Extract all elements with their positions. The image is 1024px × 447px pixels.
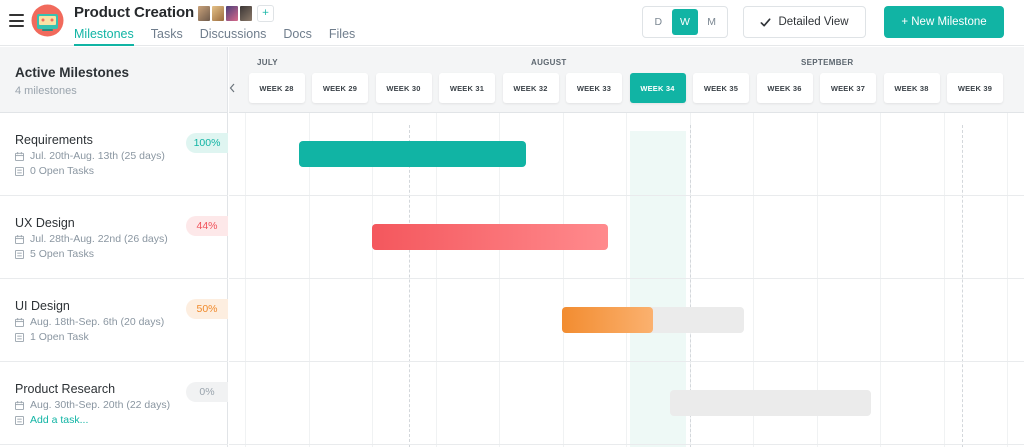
- row-divider: [229, 361, 1024, 362]
- grid-line: [880, 113, 881, 447]
- tab-docs[interactable]: Docs: [283, 27, 311, 46]
- progress-badge: 50%: [186, 299, 228, 319]
- grid-line: [562, 113, 564, 447]
- week-column-header[interactable]: WEEK 32: [502, 73, 559, 103]
- week-column-header[interactable]: WEEK 31: [439, 73, 495, 103]
- scroll-left-icon[interactable]: [229, 82, 235, 94]
- month-boundary-line: [409, 125, 410, 447]
- milestone-count: 4 milestones: [15, 85, 77, 97]
- project-logo-icon: [31, 4, 64, 37]
- week-column-header[interactable]: WEEK 38: [883, 73, 940, 103]
- milestone-dates: Jul. 20th-Aug. 13th (25 days): [15, 150, 165, 162]
- progress-badge: 0%: [186, 382, 228, 402]
- progress-badge: 100%: [186, 133, 228, 153]
- calendar-icon: [15, 400, 24, 410]
- milestone-dates: Aug. 30th-Sep. 20th (22 days): [15, 399, 170, 411]
- progress-badge: 44%: [186, 216, 228, 236]
- milestone-tasks-text: 0 Open Tasks: [30, 165, 95, 177]
- task-list-icon: [15, 415, 24, 425]
- view-option-d[interactable]: D: [645, 9, 672, 35]
- avatar[interactable]: [225, 5, 239, 22]
- add-task-link[interactable]: Add a task...: [15, 414, 88, 426]
- week-column-header[interactable]: WEEK 29: [312, 73, 368, 103]
- panel-title: Active Milestones: [15, 65, 130, 80]
- avatar[interactable]: [211, 5, 225, 22]
- check-icon: [760, 17, 771, 27]
- milestone-bar[interactable]: [372, 224, 608, 250]
- row-divider: [229, 444, 1024, 445]
- month-boundary-line: [962, 125, 963, 447]
- calendar-icon: [15, 234, 24, 244]
- milestone-name[interactable]: Requirements: [15, 133, 93, 147]
- milestone-name[interactable]: Product Research: [15, 382, 115, 396]
- app-header: Product Creation + Milestones Tasks Discus…: [0, 0, 1024, 46]
- milestone-tasks-text: 1 Open Task: [30, 331, 89, 343]
- grid-line: [245, 113, 246, 447]
- month-label: AUGUST: [531, 58, 567, 67]
- tab-files[interactable]: Files: [329, 27, 355, 46]
- project-tabs: Milestones Tasks Discussions Docs Files: [74, 27, 372, 46]
- view-option-m[interactable]: M: [698, 9, 725, 35]
- menu-icon[interactable]: [9, 14, 24, 27]
- milestone-bar[interactable]: [562, 307, 653, 333]
- milestone-dates-text: Aug. 18th-Sep. 6th (20 days): [30, 316, 165, 328]
- week-column-header[interactable]: WEEK 33: [566, 73, 622, 103]
- add-person-icon[interactable]: +: [257, 5, 274, 22]
- week-column-header[interactable]: WEEK 36: [756, 73, 813, 103]
- view-scale-toggle: DWM: [642, 6, 728, 38]
- calendar-icon: [15, 151, 24, 161]
- week-column-header[interactable]: WEEK 34: [629, 73, 686, 103]
- new-milestone-button[interactable]: + New Milestone: [884, 6, 1004, 38]
- row-divider: [229, 195, 1024, 196]
- milestone-dates: Jul. 28th-Aug. 22nd (26 days): [15, 233, 168, 245]
- milestone-row[interactable]: Product Research Aug. 30th-Sep. 20th (22 …: [0, 362, 228, 445]
- week-column-header[interactable]: WEEK 39: [947, 73, 1003, 103]
- month-label: JULY: [257, 58, 278, 67]
- milestone-dates: Aug. 18th-Sep. 6th (20 days): [15, 316, 164, 328]
- timeline-header: JULY AUGUST SEPTEMBER WEEK 28 WEEK 29 WEEK 30…: [229, 47, 1024, 113]
- milestones-panel-header: Active Milestones 4 milestones: [0, 47, 228, 113]
- milestone-bar[interactable]: [299, 141, 526, 167]
- milestone-name[interactable]: UI Design: [15, 299, 70, 313]
- grid-line: [1007, 113, 1008, 447]
- milestone-dates-text: Aug. 30th-Sep. 20th (22 days): [30, 399, 171, 411]
- timeline-grid: [229, 113, 1024, 447]
- avatar[interactable]: [239, 5, 253, 22]
- view-option-w[interactable]: W: [671, 9, 699, 35]
- month-label: SEPTEMBER: [801, 58, 854, 67]
- milestone-tasks-text[interactable]: Add a task...: [30, 414, 88, 426]
- milestone-open-tasks: 0 Open Tasks: [15, 165, 94, 177]
- milestone-list: Requirements Jul. 20th-Aug. 13th (25 days…: [0, 113, 228, 447]
- tab-milestones[interactable]: Milestones: [74, 27, 134, 46]
- detailed-view-label: Detailed View: [778, 16, 849, 28]
- milestone-name[interactable]: UX Design: [15, 216, 75, 230]
- task-list-icon: [15, 332, 24, 342]
- grid-line: [943, 113, 945, 447]
- avatar[interactable]: [197, 5, 211, 22]
- grid-line: [626, 113, 627, 447]
- week-column-header[interactable]: WEEK 37: [820, 73, 876, 103]
- week-column-header[interactable]: WEEK 28: [248, 73, 305, 103]
- week-column-header[interactable]: WEEK 35: [693, 73, 749, 103]
- milestone-open-tasks: 5 Open Tasks: [15, 248, 94, 260]
- tab-tasks[interactable]: Tasks: [151, 27, 183, 46]
- row-divider: [229, 278, 1024, 279]
- milestone-row[interactable]: Requirements Jul. 20th-Aug. 13th (25 days…: [0, 113, 228, 196]
- week-column-header[interactable]: WEEK 30: [375, 73, 432, 103]
- detailed-view-button[interactable]: Detailed View: [743, 6, 866, 38]
- milestone-dates-text: Jul. 20th-Aug. 13th (25 days): [30, 150, 165, 162]
- milestone-row[interactable]: UI Design Aug. 18th-Sep. 6th (20 days) 1 O…: [0, 279, 228, 362]
- member-avatars[interactable]: [197, 5, 253, 22]
- project-title: Product Creation: [74, 4, 195, 21]
- calendar-icon: [15, 317, 24, 327]
- milestone-tasks-text: 5 Open Tasks: [30, 248, 95, 260]
- milestone-dates-text: Jul. 28th-Aug. 22nd (26 days): [30, 233, 168, 245]
- milestone-row[interactable]: UX Design Jul. 28th-Aug. 22nd (26 days) 5 …: [0, 196, 228, 279]
- tab-discussions[interactable]: Discussions: [200, 27, 267, 46]
- task-list-icon: [15, 166, 24, 176]
- milestone-bar-track[interactable]: [670, 390, 871, 416]
- task-list-icon: [15, 249, 24, 259]
- milestone-open-tasks: 1 Open Task: [15, 331, 89, 343]
